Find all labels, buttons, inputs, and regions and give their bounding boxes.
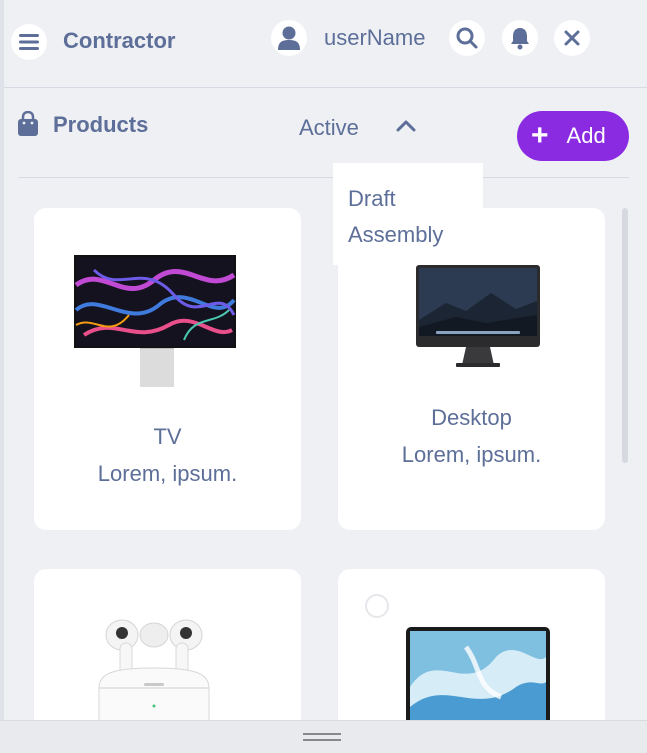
product-description: Lorem, ipsum. [401, 442, 542, 467]
chevron-up-icon[interactable] [393, 113, 419, 139]
plus-icon: + [531, 119, 549, 152]
desktop-product-image [416, 265, 540, 367]
user-icon [278, 26, 300, 50]
laptop-product-image [406, 627, 550, 727]
bell-icon [511, 28, 529, 50]
add-button-label: Add [566, 123, 606, 148]
product-description: Lorem, ipsum. [97, 461, 238, 486]
product-card-tv[interactable]: TV Lorem, ipsum. [34, 208, 301, 530]
hamburger-menu-button[interactable] [11, 24, 47, 60]
tv-product-image [74, 255, 236, 387]
product-name: Desktop [431, 405, 512, 430]
window-edge [0, 0, 4, 720]
earbuds-product-image [98, 619, 210, 733]
close-button[interactable] [554, 20, 590, 56]
search-button[interactable] [449, 20, 485, 56]
status-option-draft[interactable]: Draft [348, 181, 483, 217]
header-divider [4, 87, 647, 88]
drag-handle-icon [303, 739, 341, 741]
notifications-button[interactable] [502, 20, 538, 56]
product-name: TV [153, 424, 182, 449]
scrollbar[interactable] [622, 208, 628, 463]
add-button[interactable]: + Add [517, 111, 629, 161]
drag-handle-icon [303, 733, 341, 735]
status-dropdown-menu: Draft Assembly [333, 163, 483, 265]
toolbar-divider [18, 177, 629, 178]
user-avatar[interactable] [271, 20, 307, 56]
app-title: Contractor [63, 28, 176, 53]
close-icon [564, 30, 580, 46]
select-checkbox[interactable] [365, 594, 389, 618]
username-label[interactable]: userName [324, 25, 425, 51]
shopping-bag-icon [18, 111, 38, 136]
menu-icon [19, 34, 39, 50]
search-icon [456, 27, 478, 49]
status-select[interactable]: Active [299, 115, 359, 141]
bottom-drag-bar[interactable] [0, 720, 647, 753]
status-option-assembly[interactable]: Assembly [348, 217, 483, 253]
section-title: Products [53, 112, 149, 137]
